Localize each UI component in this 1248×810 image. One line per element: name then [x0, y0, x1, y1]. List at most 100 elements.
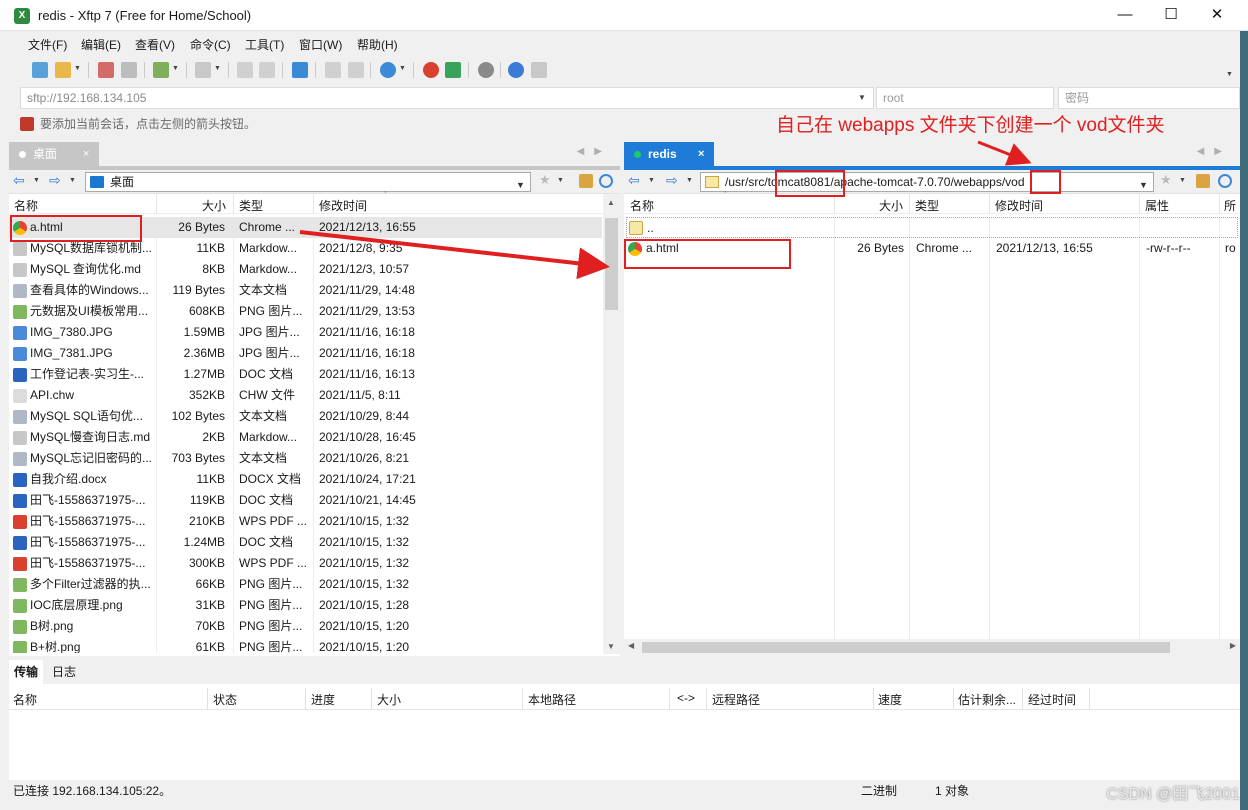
tab-transfer[interactable]: 传输 — [9, 660, 44, 684]
col-attr[interactable]: 属性 — [1145, 197, 1169, 214]
table-row[interactable]: MySQL忘记旧密码的... 703 Bytes 文本文档 2021/10/26, 8… — [9, 448, 602, 469]
tab-close-icon[interactable]: × — [83, 142, 89, 166]
table-row[interactable]: 田飞-15586371975-... 210KB WPS PDF ... 2021/1… — [9, 511, 602, 532]
remote-horizontal-scrollbar[interactable]: ◀ ▶ — [624, 639, 1240, 656]
col-direction[interactable]: <-> — [677, 691, 695, 705]
menu-file[interactable]: 文件(F) — [28, 36, 67, 53]
menu-tools[interactable]: 工具(T) — [245, 36, 284, 53]
host-input[interactable]: sftp://192.168.134.105 — [20, 87, 874, 109]
scroll-thumb[interactable] — [605, 218, 618, 310]
upload-icon[interactable] — [237, 62, 253, 78]
star-icon[interactable]: ★ — [1160, 172, 1174, 187]
xftp-new-icon[interactable] — [445, 62, 461, 78]
table-row[interactable]: 元数据及UI模板常用... 608KB PNG 图片... 2021/11/29, 1… — [9, 301, 602, 322]
col-elapsed[interactable]: 经过时间 — [1028, 691, 1076, 708]
table-row[interactable]: 自我介绍.docx 11KB DOCX 文档 2021/10/24, 17:21 — [9, 469, 602, 490]
scroll-thumb[interactable] — [642, 642, 1170, 653]
tab-redis[interactable]: redis × — [624, 142, 714, 166]
bookmark-icon[interactable] — [20, 117, 34, 131]
table-row[interactable]: 工作登记表-实习生-... 1.27MB DOC 文档 2021/11/16, 16:… — [9, 364, 602, 385]
chat-icon[interactable] — [531, 62, 547, 78]
close-button[interactable]: ✕ — [1194, 0, 1240, 31]
col-name[interactable]: 名称 — [14, 197, 38, 214]
tab-close-icon[interactable]: × — [698, 142, 704, 166]
back-arrow-icon[interactable]: ⇦ — [13, 172, 25, 189]
menu-help[interactable]: 帮助(H) — [357, 36, 398, 53]
col-size[interactable]: 大小 — [879, 197, 903, 214]
col-eta[interactable]: 估计剩余... — [958, 691, 1016, 708]
forward-arrow-icon[interactable]: ⇨ — [49, 172, 61, 189]
password-field[interactable]: 密码 — [1058, 87, 1240, 109]
globe-icon[interactable] — [380, 62, 396, 78]
col-speed[interactable]: 速度 — [878, 691, 902, 708]
tab-log[interactable]: 日志 — [47, 660, 81, 684]
col-date[interactable]: 修改时间 — [319, 197, 367, 214]
col-name[interactable]: 名称 — [630, 197, 654, 214]
transfer-mode[interactable]: 二进制 — [861, 780, 897, 802]
table-row[interactable]: IMG_7381.JPG 2.36MB JPG 图片... 2021/11/16, 1… — [9, 343, 602, 364]
menu-command[interactable]: 命令(C) — [190, 36, 231, 53]
home-icon[interactable] — [1196, 174, 1210, 188]
paste-icon[interactable] — [348, 62, 364, 78]
highlight-tomcat-path — [775, 170, 845, 197]
tab-desktop[interactable]: 桌面 × — [9, 142, 99, 166]
username-field[interactable]: root — [876, 87, 1054, 109]
table-row[interactable]: 田飞-15586371975-... 1.24MB DOC 文档 2021/10/15… — [9, 532, 602, 553]
table-row[interactable]: B+树.png 61KB PNG 图片... 2021/10/15, 1:20 — [9, 637, 602, 653]
tab-scroll-arrows[interactable]: ◀▶ — [1197, 146, 1232, 157]
col-type[interactable]: 类型 — [915, 197, 939, 214]
forward-arrow-icon[interactable]: ⇨ — [666, 172, 678, 189]
col-name[interactable]: 名称 — [13, 691, 37, 708]
menu-edit[interactable]: 编辑(E) — [81, 36, 121, 53]
tab-scroll-arrows[interactable]: ◀▶ — [577, 146, 612, 157]
refresh-icon[interactable] — [1218, 174, 1232, 188]
transfer-icon[interactable] — [292, 62, 308, 78]
table-row[interactable]: 查看具体的Windows... 119 Bytes 文本文档 2021/11/29, … — [9, 280, 602, 301]
menu-window[interactable]: 窗口(W) — [299, 36, 342, 53]
refresh-icon[interactable] — [599, 174, 613, 188]
disconnect-icon[interactable] — [98, 62, 114, 78]
col-remote-path[interactable]: 远程路径 — [712, 691, 760, 708]
col-status[interactable]: 状态 — [213, 691, 237, 708]
table-row[interactable]: IOC底层原理.png 31KB PNG 图片... 2021/10/15, 1:28 — [9, 595, 602, 616]
copy-icon[interactable] — [325, 62, 341, 78]
new-tab-icon[interactable] — [153, 62, 169, 78]
table-row[interactable]: IMG_7380.JPG 1.59MB JPG 图片... 2021/11/16, 1… — [9, 322, 602, 343]
table-row[interactable]: 田飞-15586371975-... 300KB WPS PDF ... 2021/1… — [9, 553, 602, 574]
table-row[interactable]: 多个Filter过滤器的执... 66KB PNG 图片... 2021/10/15,… — [9, 574, 602, 595]
star-icon[interactable]: ★ — [539, 172, 553, 187]
download-icon[interactable] — [259, 62, 275, 78]
chevron-down-icon[interactable]: ▼ — [1139, 176, 1148, 194]
back-arrow-icon[interactable]: ⇦ — [628, 172, 640, 189]
open-folder-icon[interactable] — [55, 62, 71, 78]
maximize-button[interactable]: ☐ — [1148, 0, 1194, 31]
table-row[interactable]: B树.png 70KB PNG 图片... 2021/10/15, 1:20 — [9, 616, 602, 637]
table-row[interactable]: MySQL慢查询日志.md 2KB Markdow... 2021/10/28, 16… — [9, 427, 602, 448]
chevron-down-icon[interactable]: ▼ — [858, 93, 866, 102]
table-row[interactable]: 田飞-15586371975-... 119KB DOC 文档 2021/10/21,… — [9, 490, 602, 511]
help-icon[interactable] — [508, 62, 524, 78]
view-icon[interactable] — [195, 62, 211, 78]
home-icon[interactable] — [579, 174, 593, 188]
reconnect-icon[interactable] — [121, 62, 137, 78]
remote-path-input[interactable]: /usr/src/tomcat8081/apache-tomcat-7.0.70… — [700, 172, 1154, 192]
local-path-input[interactable]: 桌面 ▼ — [85, 172, 531, 192]
minimize-button[interactable]: — — [1102, 0, 1148, 31]
table-row[interactable]: MySQL SQL语句优... 102 Bytes 文本文档 2021/10/29, … — [9, 406, 602, 427]
local-vertical-scrollbar[interactable]: ▲ ▼ — [603, 194, 620, 654]
col-size[interactable]: 大小 — [377, 691, 401, 708]
table-row[interactable]: API.chw 352KB CHW 文件 2021/11/5, 8:11 — [9, 385, 602, 406]
col-size[interactable]: 大小 — [202, 197, 226, 214]
col-local-path[interactable]: 本地路径 — [528, 691, 576, 708]
new-session-icon[interactable] — [32, 62, 48, 78]
gear-icon[interactable] — [478, 62, 494, 78]
chevron-down-icon[interactable]: ▼ — [516, 176, 525, 194]
col-type[interactable]: 类型 — [239, 197, 263, 214]
xshell-icon[interactable] — [423, 62, 439, 78]
menu-view[interactable]: 查看(V) — [135, 36, 175, 53]
table-row[interactable]: MySQL 查询优化.md 8KB Markdow... 2021/12/3, 10:… — [9, 259, 602, 280]
col-owner[interactable]: 所 — [1224, 197, 1236, 214]
col-progress[interactable]: 进度 — [311, 691, 335, 708]
parent-directory-row[interactable]: .. — [626, 217, 1238, 238]
col-date[interactable]: 修改时间 — [995, 197, 1043, 214]
